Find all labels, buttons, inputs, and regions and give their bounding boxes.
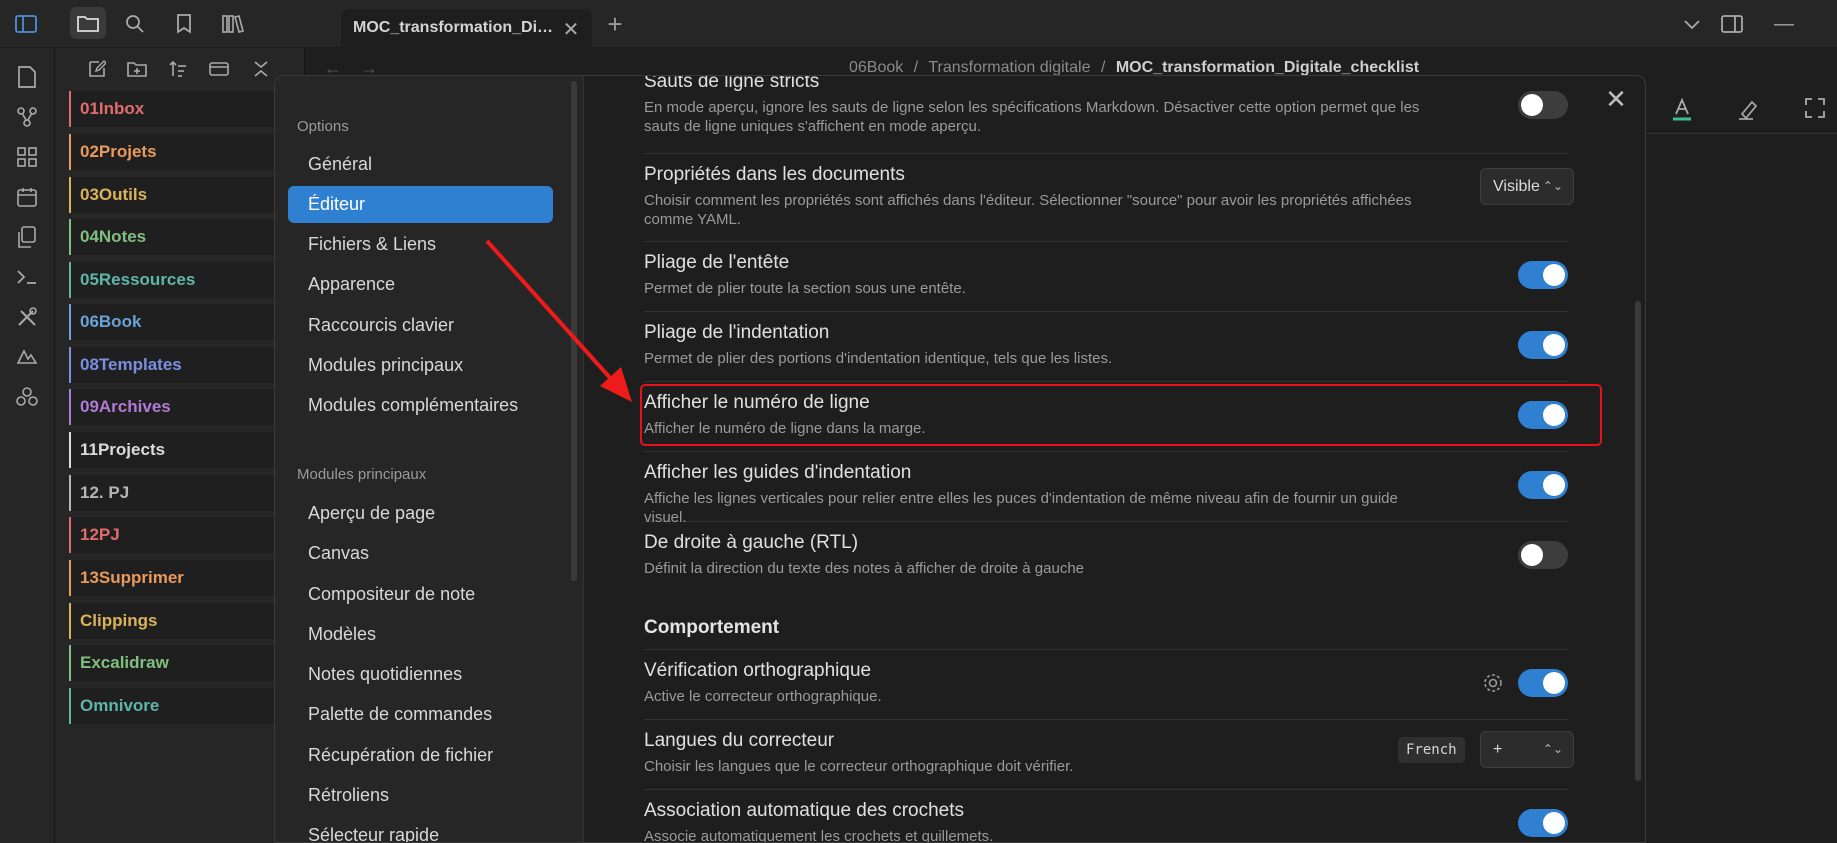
annotation-arrow	[485, 239, 632, 402]
